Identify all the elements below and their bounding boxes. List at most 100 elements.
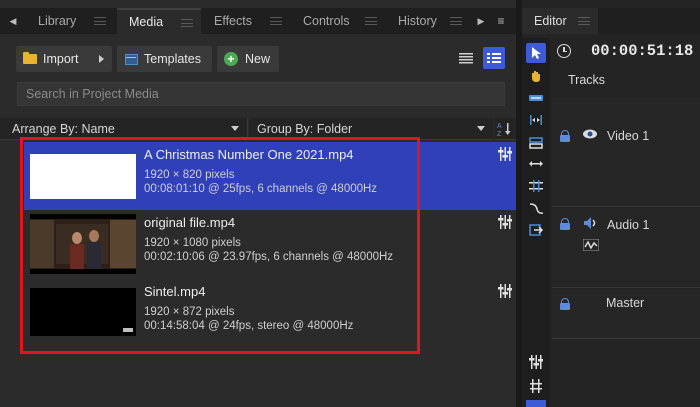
editor-toolbar <box>522 38 550 407</box>
eye-icon[interactable] <box>582 128 598 140</box>
editor-tab-bar: Editor <box>522 8 700 34</box>
slide-icon <box>530 115 542 125</box>
media-details: 00:02:10:06 @ 23.97fps, 6 channels @ 480… <box>144 251 394 263</box>
slip-tool-button[interactable] <box>526 88 546 108</box>
tab-library[interactable]: Library <box>26 8 114 34</box>
roll-tool-button[interactable] <box>526 154 546 174</box>
mixer-button[interactable] <box>526 352 546 372</box>
pointer-icon <box>532 47 541 59</box>
curve-icon <box>529 203 544 214</box>
svg-text:A: A <box>497 123 502 130</box>
hand-icon <box>532 71 540 82</box>
curve-tool-button[interactable] <box>526 198 546 218</box>
templates-icon <box>125 53 138 65</box>
media-details: 00:08:01:10 @ 25fps, 6 channels @ 48000H… <box>144 183 378 195</box>
drag-grip-icon[interactable] <box>181 19 193 27</box>
waveform-icon[interactable] <box>583 239 599 251</box>
media-item[interactable]: A Christmas Number One 2021.mp4 1920 × 8… <box>24 142 516 210</box>
chevron-down-icon <box>231 126 239 131</box>
lock-icon[interactable] <box>560 218 570 230</box>
drag-grip-icon[interactable] <box>94 17 106 25</box>
sort-az-icon: A Z <box>497 122 511 137</box>
sort-az-button[interactable]: A Z <box>494 118 516 140</box>
speaker-icon[interactable] <box>583 216 597 230</box>
track-settings-button[interactable] <box>526 376 546 396</box>
media-dimensions: 1920 × 872 pixels <box>144 306 235 318</box>
tab-scroll-right-icon[interactable]: ▶ <box>470 8 492 34</box>
adjust-sliders-icon[interactable] <box>498 147 512 161</box>
scroll-indicator[interactable] <box>526 400 546 407</box>
search-input[interactable]: Search in Project Media <box>17 82 505 106</box>
razor-icon <box>529 180 543 192</box>
media-dimensions: 1920 × 1080 pixels <box>144 237 241 249</box>
add-icon: + <box>224 52 238 66</box>
media-title: A Christmas Number One 2021.mp4 <box>144 147 354 162</box>
tab-controls[interactable]: Controls <box>291 8 385 34</box>
clock-icon <box>557 44 571 58</box>
import-menu-arrow-icon[interactable] <box>99 55 104 63</box>
media-title: Sintel.mp4 <box>144 284 206 299</box>
details-view-button[interactable] <box>483 47 505 69</box>
import-button[interactable]: Import <box>16 46 112 72</box>
razor-tool-button[interactable] <box>526 176 546 196</box>
tab-media[interactable]: Media <box>117 8 201 34</box>
timecode-display[interactable]: 00:00:51:18 <box>591 42 693 60</box>
track-video-1[interactable]: Video 1 <box>552 97 700 207</box>
tab-effects[interactable]: Effects <box>202 8 290 34</box>
drag-grip-icon[interactable] <box>270 17 282 25</box>
tab-library-label: Library <box>38 14 77 28</box>
chevron-down-icon <box>477 126 485 131</box>
search-placeholder: Search in Project Media <box>26 87 159 101</box>
arrange-by-dropdown[interactable]: Arrange By: Name <box>0 118 248 140</box>
adjust-sliders-icon[interactable] <box>498 284 512 298</box>
tracks-header: Tracks <box>568 73 606 87</box>
panel-menu-icon[interactable]: ≡ <box>490 8 512 34</box>
lock-icon[interactable] <box>560 130 570 142</box>
track-audio-1[interactable]: Audio 1 <box>552 208 700 288</box>
panel-tab-bar: ◀ Library Media Effects Controls History… <box>0 8 516 34</box>
select-tool-button[interactable] <box>526 43 546 63</box>
track-master[interactable]: Master <box>552 289 700 339</box>
drag-grip-icon[interactable] <box>365 17 377 25</box>
ripple-tool-button[interactable] <box>526 133 546 153</box>
track-name: Audio 1 <box>607 218 650 232</box>
media-details: 00:14:58:04 @ 24fps, stereo @ 48000Hz <box>144 320 354 332</box>
arrange-by-label: Arrange By: Name <box>12 121 115 136</box>
templates-button[interactable]: Templates <box>117 46 212 72</box>
tab-editor-label: Editor <box>534 14 567 28</box>
thumbnail-video-frame <box>30 214 136 274</box>
drag-grip-icon[interactable] <box>450 17 462 25</box>
group-by-label: Group By: Folder <box>257 121 353 136</box>
media-item[interactable]: Sintel.mp4 1920 × 872 pixels 00:14:58:04… <box>24 282 516 350</box>
drag-grip-icon[interactable] <box>578 17 590 25</box>
hand-tool-button[interactable] <box>526 66 546 86</box>
svg-text:Z: Z <box>497 131 502 137</box>
tab-scroll-left-icon[interactable]: ◀ <box>2 8 24 34</box>
folder-icon <box>23 52 37 64</box>
new-label: New <box>245 52 271 66</box>
new-button[interactable]: + New <box>217 46 279 72</box>
ripple-icon <box>529 137 543 149</box>
tab-editor[interactable]: Editor <box>522 8 598 34</box>
lock-icon[interactable] <box>560 298 570 310</box>
thumbnail-watermark-icon <box>123 328 133 332</box>
templates-label: Templates <box>144 52 201 66</box>
tab-effects-label: Effects <box>214 14 252 28</box>
media-item[interactable]: original file.mp4 1920 × 1080 pixels 00:… <box>24 212 516 280</box>
track-name: Master <box>606 296 645 310</box>
tab-history[interactable]: History <box>386 8 470 34</box>
thumbnail-scene-image <box>30 214 136 274</box>
media-list: A Christmas Number One 2021.mp4 1920 × 8… <box>24 142 516 350</box>
adjust-sliders-icon <box>529 355 543 369</box>
slide-tool-button[interactable] <box>526 110 546 130</box>
list-view-button[interactable] <box>455 47 477 69</box>
import-label: Import <box>43 52 79 66</box>
insert-tool-button[interactable] <box>526 220 546 240</box>
media-title: original file.mp4 <box>144 215 236 230</box>
roll-icon <box>529 161 543 167</box>
thumbnail-white <box>30 154 136 199</box>
adjust-sliders-icon[interactable] <box>498 215 512 229</box>
group-by-dropdown[interactable]: Group By: Folder <box>249 118 493 140</box>
details-view-icon <box>487 53 501 63</box>
insert-icon <box>529 224 544 236</box>
